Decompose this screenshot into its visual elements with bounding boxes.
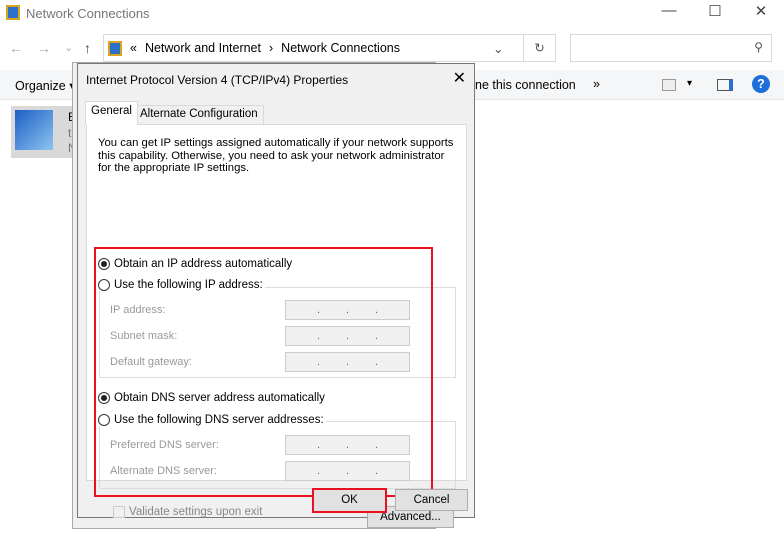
highlight-box	[94, 247, 433, 497]
close-window-button[interactable]: ✕	[746, 2, 776, 20]
preview-pane-icon[interactable]	[717, 79, 733, 91]
help-button[interactable]: ?	[752, 75, 770, 93]
minimize-button[interactable]: —	[654, 2, 684, 19]
network-adapter-icon	[15, 110, 53, 150]
window-title: Network Connections	[26, 6, 150, 21]
more-commands-button[interactable]: »	[593, 77, 600, 91]
back-button[interactable]: ←	[9, 40, 23, 56]
view-icon[interactable]	[662, 79, 676, 91]
refresh-button[interactable]: ↻	[523, 35, 555, 61]
maximize-button[interactable]: ☐	[700, 2, 730, 20]
tab-general[interactable]: General	[85, 101, 138, 125]
search-icon: ⚲	[754, 40, 763, 54]
dialog-close-button[interactable]: ✕	[453, 68, 466, 88]
address-bar[interactable]: « Network and Internet › Network Connect…	[103, 34, 556, 62]
up-button[interactable]: ↑	[84, 40, 91, 56]
forward-button[interactable]: →	[37, 40, 51, 56]
recent-locations-button[interactable]: ⌄	[64, 41, 73, 54]
organize-menu[interactable]: Organize ▾	[15, 78, 75, 93]
ipv4-properties-dialog: Internet Protocol Version 4 (TCP/IPv4) P…	[77, 63, 475, 528]
breadcrumb-network-connections[interactable]: Network Connections	[281, 41, 400, 55]
view-dropdown[interactable]: ▾	[687, 78, 692, 89]
breadcrumb-network-and-internet[interactable]: Network and Internet	[145, 41, 261, 55]
cancel-button[interactable]: Cancel	[395, 489, 468, 511]
general-panel: You can get IP settings assigned automat…	[86, 124, 467, 528]
rename-connection-button[interactable]: ne this connection	[475, 78, 576, 92]
search-input[interactable]: ⚲	[570, 34, 772, 62]
address-dropdown[interactable]: ⌄	[493, 41, 515, 56]
ok-button[interactable]: OK	[312, 488, 387, 513]
validate-settings-checkbox[interactable]: Validate settings upon exit	[113, 506, 262, 518]
tab-alternate-configuration[interactable]: Alternate Configuration	[134, 105, 264, 125]
dialog-title: Internet Protocol Version 4 (TCP/IPv4) P…	[86, 73, 349, 87]
connection-status: t	[68, 126, 72, 140]
address-prefix[interactable]: «	[130, 41, 137, 55]
breadcrumb-separator[interactable]: ›	[269, 41, 273, 55]
app-icon	[6, 5, 20, 20]
network-folder-icon	[108, 40, 122, 56]
description-text: You can get IP settings assigned automat…	[98, 137, 454, 174]
